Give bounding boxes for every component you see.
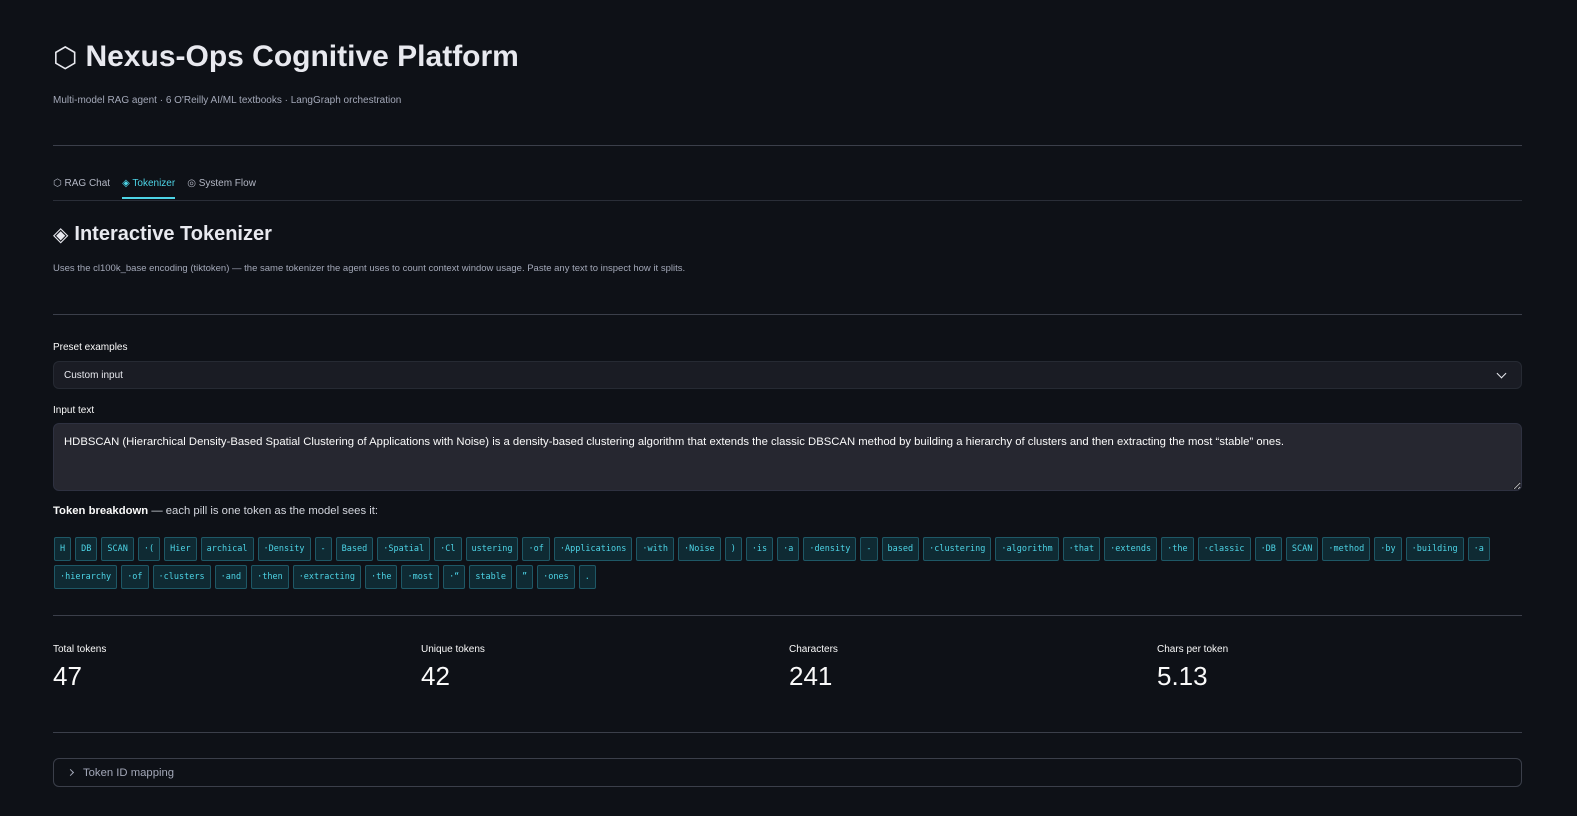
token-pill: ) [724, 537, 742, 561]
token-pill: Based [335, 537, 374, 561]
divider [53, 615, 1522, 616]
token-pill: . [578, 565, 596, 589]
token-pill: ·building [1405, 537, 1464, 561]
metric-label: Characters [789, 644, 838, 655]
token-pill: ·of [522, 537, 550, 561]
app-title-text: Nexus-Ops Cognitive Platform [85, 40, 519, 73]
token-pill: ” [516, 565, 534, 589]
metric-chars-per-token: Chars per token 5.13 [1157, 644, 1228, 692]
hexagon-icon: ⬡ [53, 41, 78, 73]
token-pill: ·a [777, 537, 800, 561]
metric-value: 5.13 [1157, 661, 1208, 691]
token-pill: based [881, 537, 920, 561]
token-id-mapping-expander[interactable]: Token ID mapping [53, 758, 1522, 787]
app-title: ⬡ Nexus-Ops Cognitive Platform [53, 40, 519, 74]
token-pill: ·extends [1104, 537, 1158, 561]
token-pill: ·the [364, 565, 398, 589]
token-pill: ·DB [1254, 537, 1282, 561]
token-pill: ·Density [257, 537, 311, 561]
token-pill: ·clusters [152, 565, 211, 589]
token-pill: ustering [465, 537, 519, 561]
token-pill: ·of [121, 565, 149, 589]
section-title-text: Interactive Tokenizer [74, 223, 272, 245]
tab-system-flow[interactable]: ◎ System Flow [187, 178, 256, 199]
token-pill: ·clustering [923, 537, 992, 561]
tab-tokenizer[interactable]: ◈ Tokenizer [122, 178, 176, 199]
token-pill: Hier [164, 537, 197, 561]
tabs-underline [53, 200, 1522, 201]
token-pill: stable [469, 565, 513, 589]
section-description: Uses the cl100k_base encoding (tiktoken)… [53, 263, 686, 274]
token-pill-list: H DB SCAN ·(Hier archical ·Density - Based ·Spat… [54, 537, 1494, 589]
token-breakdown-subtitle: — each pill is one token as the model se… [148, 505, 379, 517]
metric-value: 47 [53, 661, 82, 691]
token-pill: ·density [803, 537, 857, 561]
input-text-label: Input text [53, 405, 95, 416]
divider [53, 314, 1522, 315]
token-pill: ·and [214, 565, 248, 589]
token-pill: ·the [1161, 537, 1194, 561]
input-textarea[interactable]: HDBSCAN (Hierarchical Density-Based Spat… [53, 423, 1522, 491]
diamond-icon: ◈ [53, 224, 69, 246]
token-pill: ·extracting [292, 565, 361, 589]
divider [53, 732, 1522, 733]
section-title: ◈ Interactive Tokenizer [53, 222, 272, 247]
token-pill: - [314, 537, 332, 561]
metric-label: Total tokens [53, 644, 107, 655]
metric-unique-tokens: Unique tokens 42 [421, 644, 485, 692]
token-pill: ·algorithm [995, 537, 1059, 561]
chevron-right-icon [66, 768, 75, 777]
metric-total-tokens: Total tokens 47 [53, 644, 106, 692]
token-pill: ·ones [537, 565, 575, 589]
token-pill: ·most [401, 565, 440, 589]
token-pill: ·that [1062, 537, 1101, 561]
preset-label: Preset examples [53, 342, 128, 353]
token-pill: H [54, 537, 72, 561]
metric-value: 241 [789, 661, 833, 691]
token-pill: - [860, 537, 878, 561]
token-breakdown-heading: Token breakdown — each pill is one token… [53, 505, 378, 517]
token-pill: ·method [1322, 537, 1371, 561]
token-pill: ·is [745, 537, 774, 561]
token-pill: ·classic [1197, 537, 1251, 561]
tab-rag-chat[interactable]: ⬡ RAG Chat [53, 178, 110, 199]
token-pill: ·( [137, 537, 161, 561]
token-pill: DB [75, 537, 98, 561]
preset-select[interactable]: Custom input [53, 361, 1522, 389]
token-pill: ·a [1467, 537, 1490, 561]
metric-characters: Characters 241 [789, 644, 838, 692]
token-pill: SCAN [101, 537, 134, 561]
expander-label: Token ID mapping [83, 766, 175, 779]
tab-bar: ⬡ RAG Chat ◈ Tokenizer ◎ System Flow [53, 178, 256, 199]
token-pill: ·Noise [677, 537, 721, 561]
metric-label: Chars per token [1157, 644, 1229, 655]
token-pill: archical [200, 537, 254, 561]
token-pill: ·Applications [553, 537, 633, 561]
token-pill: ·Cl [434, 537, 462, 561]
token-pill: ·then [251, 565, 289, 589]
token-pill: ·Spatial [377, 537, 431, 561]
token-pill: ·with [636, 537, 674, 561]
token-breakdown-title: Token breakdown [53, 505, 149, 517]
app-subtitle: Multi-model RAG agent · 6 O'Reilly AI/ML… [53, 95, 402, 106]
chevron-down-icon [1496, 368, 1507, 379]
token-pill: ·by [1374, 537, 1402, 561]
preset-select-value: Custom input [64, 369, 123, 381]
token-pill: SCAN [1285, 537, 1319, 561]
metric-label: Unique tokens [421, 644, 485, 655]
divider [53, 145, 1522, 146]
token-pill: ·hierarchy [54, 565, 118, 589]
metric-value: 42 [421, 661, 450, 691]
token-pill: ·“ [443, 565, 466, 589]
